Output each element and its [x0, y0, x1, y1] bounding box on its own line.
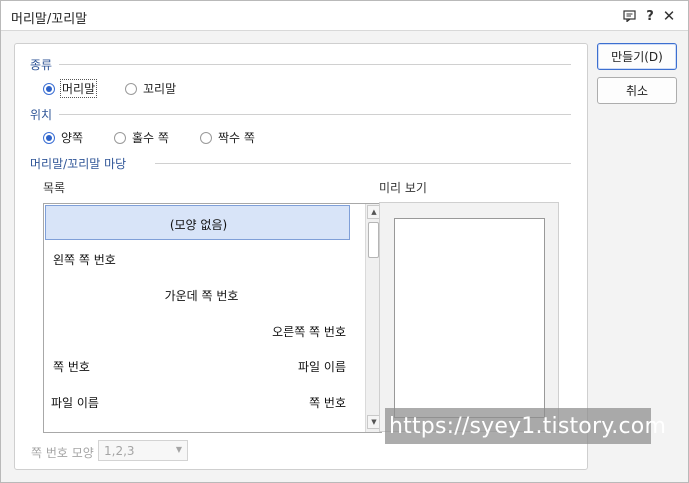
kind-section-title: 종류 — [30, 58, 53, 72]
list-item[interactable]: 쪽 번호 파일 이름 — [45, 348, 350, 383]
radio-footer-label: 꼬리말 — [143, 82, 177, 96]
radio-header[interactable]: 머리말 — [43, 79, 98, 98]
scroll-thumb[interactable] — [368, 222, 379, 258]
list-item-right-text: 파일 이름 — [298, 360, 346, 374]
list-item[interactable]: 오른쪽 쪽 번호 — [45, 313, 350, 348]
list-item-left-text: 파일 이름 — [51, 396, 99, 410]
radio-both-pages-dot[interactable] — [43, 131, 55, 144]
options-panel: 종류 머리말 꼬리말 위치 양쪽 홀수 쪽 짝수 쪽 머리말/꼬리말 마당 목록 — [14, 43, 588, 470]
preview-page — [394, 218, 545, 418]
radio-both-pages[interactable]: 양쪽 — [43, 129, 83, 146]
list-item[interactable]: 가운데 쪽 번호 — [45, 277, 350, 312]
field-section-title: 머리말/꼬리말 마당 — [30, 157, 127, 171]
dialog-title: 머리말/꼬리말 — [11, 12, 88, 27]
title-bar: 머리말/꼬리말 ? ✕ — [1, 1, 688, 31]
position-divider — [59, 114, 571, 115]
radio-odd-pages[interactable]: 홀수 쪽 — [114, 129, 169, 146]
create-button[interactable]: 만들기(D) — [597, 43, 677, 70]
list-item[interactable]: 파일 이름 쪽 번호 — [45, 384, 350, 419]
page-number-style-label: 쪽 번호 모양 — [31, 446, 94, 460]
radio-even-pages-label: 짝수 쪽 — [218, 131, 255, 145]
radio-header-dot[interactable] — [43, 82, 55, 95]
list-item[interactable]: (모양 없음) — [45, 205, 350, 240]
list-item-center-text: 가운데 쪽 번호 — [164, 289, 239, 303]
chevron-down-icon: ▼ — [175, 445, 182, 454]
list-item-right-text: 쪽 번호 — [309, 396, 346, 410]
radio-footer-dot[interactable] — [125, 82, 137, 95]
radio-footer[interactable]: 꼬리말 — [125, 80, 176, 97]
list-item-left-text: 쪽 번호 — [53, 360, 90, 374]
radio-both-pages-label: 양쪽 — [61, 131, 84, 145]
question-icon[interactable]: ? — [641, 7, 659, 25]
radio-header-label: 머리말 — [59, 79, 98, 98]
close-icon[interactable]: ✕ — [660, 7, 678, 25]
list-item-right-text: 오른쪽 쪽 번호 — [272, 325, 346, 339]
preview-label: 미리 보기 — [379, 181, 427, 195]
radio-odd-pages-label: 홀수 쪽 — [132, 131, 169, 145]
preview-area — [379, 202, 559, 432]
header-footer-dialog: 머리말/꼬리말 ? ✕ 종류 머리말 꼬리말 위치 양쪽 홀수 쪽 짝수 쪽 머… — [0, 0, 689, 483]
template-listbox[interactable]: (모양 없음) 왼쪽 쪽 번호 가운데 쪽 번호 오른쪽 쪽 번호 쪽 번호 파… — [43, 203, 382, 433]
radio-odd-pages-dot[interactable] — [114, 131, 126, 144]
help-window-icon[interactable] — [620, 7, 638, 25]
page-number-style-select[interactable]: 1,2,3 ▼ — [98, 440, 188, 461]
position-section-title: 위치 — [30, 108, 53, 122]
kind-divider — [59, 64, 571, 65]
list-item-left-text: 왼쪽 쪽 번호 — [53, 253, 116, 267]
field-divider — [155, 163, 571, 164]
cancel-button[interactable]: 취소 — [597, 77, 677, 104]
list-label: 목록 — [43, 181, 66, 195]
watermark-text: https://syey1.tistory.com — [385, 408, 666, 444]
radio-even-pages[interactable]: 짝수 쪽 — [200, 129, 255, 146]
page-number-style-value: 1,2,3 — [104, 444, 135, 458]
list-item[interactable]: 왼쪽 쪽 번호 — [45, 241, 350, 276]
list-item-center-text: (모양 없음) — [169, 218, 228, 232]
radio-even-pages-dot[interactable] — [200, 131, 212, 144]
